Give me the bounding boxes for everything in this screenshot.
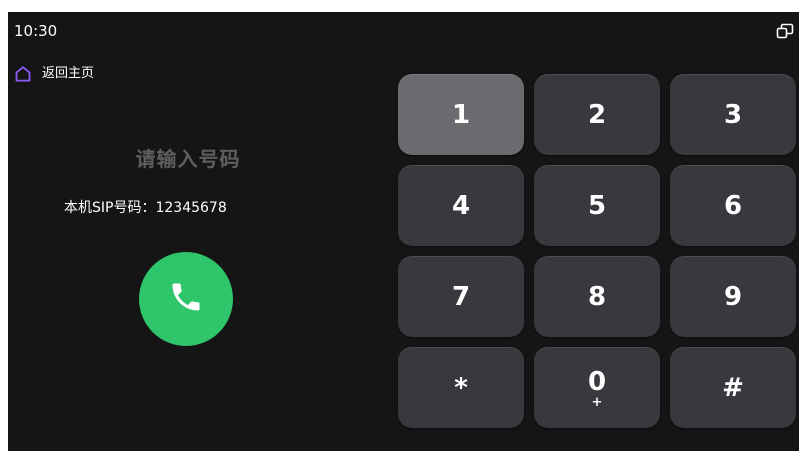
keypad-key-9[interactable]: 9 — [670, 256, 796, 337]
local-sip-number: 本机SIP号码：12345678 — [64, 198, 324, 218]
keypad-key-digit: 7 — [451, 281, 471, 312]
sip-number-value: 12345678 — [155, 200, 227, 216]
dialer-screen: 10:30 返回主页 请输入号码 本机SIP号码：12345678 123456… — [8, 12, 799, 451]
keypad-key-digit: * — [454, 372, 468, 403]
keypad-key-5[interactable]: 5 — [534, 165, 660, 246]
sip-number-label: 本机SIP号码： — [64, 200, 156, 216]
keypad-key-digit: 9 — [723, 281, 743, 312]
dial-number-display: 请输入号码 — [135, 147, 241, 171]
back-to-home-label: 返回主页 — [42, 66, 95, 81]
keypad-key-2[interactable]: 2 — [534, 74, 660, 155]
keypad-key-digit: 3 — [723, 99, 743, 130]
keypad-key-digit: 6 — [723, 190, 743, 221]
keypad-key-digit: 0 — [587, 366, 607, 397]
keypad-key-digit: 1 — [451, 99, 471, 130]
status-bar: 10:30 — [8, 12, 799, 48]
keypad-key-digit: # — [722, 372, 744, 403]
keypad-key-digit: 8 — [587, 281, 607, 312]
keypad-key-digit: 2 — [587, 99, 607, 130]
keypad-key-digit: 5 — [587, 190, 607, 221]
back-to-home-button[interactable]: 返回主页 — [14, 64, 94, 84]
keypad-key-0[interactable]: 0 + — [534, 347, 660, 428]
keypad-key-3[interactable]: 3 — [670, 74, 796, 155]
home-icon — [14, 65, 32, 83]
keypad-key-6[interactable]: 6 — [670, 165, 796, 246]
phone-icon — [168, 279, 204, 319]
status-clock: 10:30 — [14, 22, 58, 40]
keypad-key-digit: 4 — [451, 190, 471, 221]
keypad-key-1[interactable]: 1 — [398, 74, 524, 155]
keypad-key-8[interactable]: 8 — [534, 256, 660, 337]
keypad-key-7[interactable]: 7 — [398, 256, 524, 337]
dial-keypad: 1 2 3 4 5 6 7 8 9 * 0 + # — [398, 74, 796, 431]
window-restore-icon[interactable] — [776, 23, 794, 39]
call-button[interactable] — [139, 252, 233, 346]
keypad-key-star[interactable]: * — [398, 347, 524, 428]
keypad-key-hash[interactable]: # — [670, 347, 796, 428]
keypad-key-subtext: + — [591, 394, 603, 410]
keypad-key-4[interactable]: 4 — [398, 165, 524, 246]
